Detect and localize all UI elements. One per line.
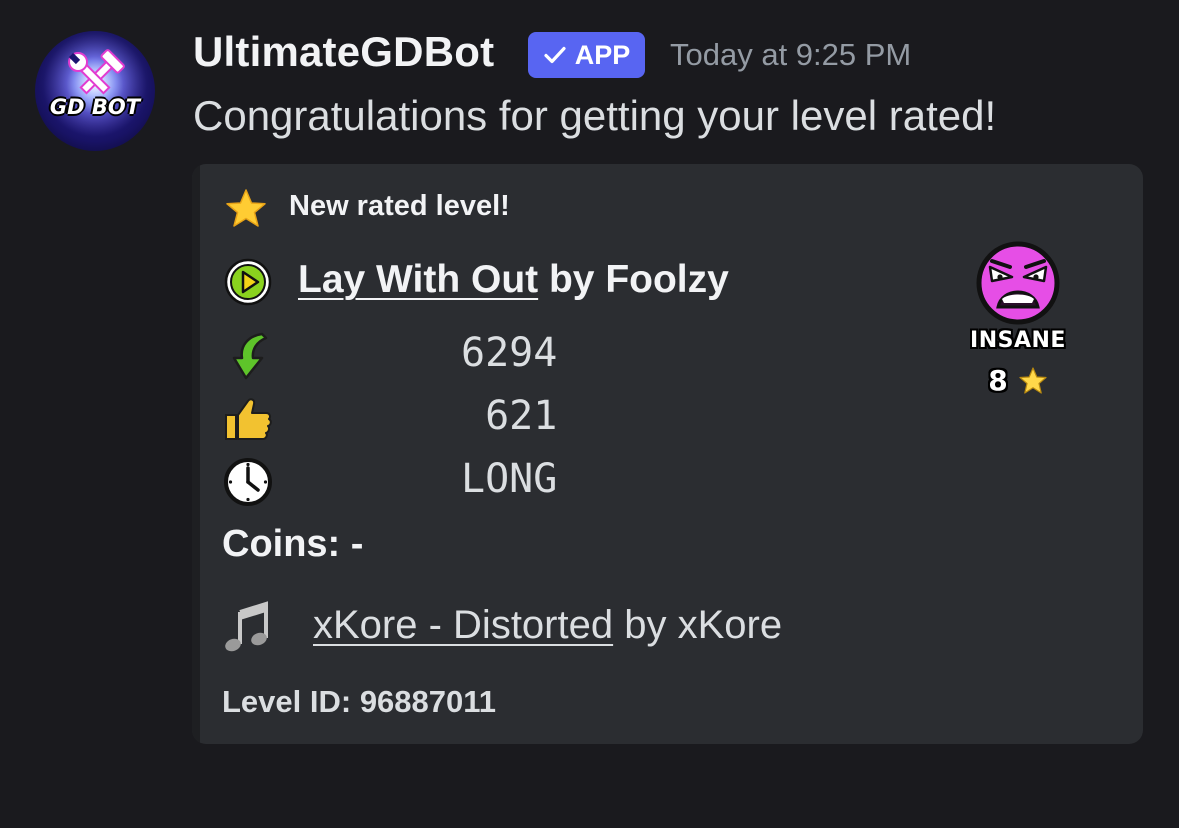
username[interactable]: UltimateGDBot — [193, 28, 494, 76]
app-badge: APP — [528, 32, 645, 78]
likes-value: 621 — [461, 393, 558, 439]
star-icon — [1019, 366, 1047, 394]
song-artist: by xKore — [613, 603, 783, 647]
star-emoji-icon — [226, 189, 266, 227]
music-notes-emoji-icon — [225, 601, 268, 652]
difficulty-name: Insane — [970, 328, 1066, 353]
level-id-footer: Level ID: 96887011 — [222, 684, 497, 719]
thumbs-up-icon — [225, 398, 272, 440]
level-creator: by Foolzy — [538, 258, 729, 301]
hammer-wrench-icon — [35, 31, 155, 151]
embed-accent-bar — [192, 164, 200, 744]
difficulty-star-count: 8 — [988, 364, 1008, 397]
coins-text: Coins: - — [222, 523, 364, 565]
message-content: Congratulations for getting your level r… — [193, 92, 997, 139]
embed-title: Lay With Out by Foolzy — [298, 258, 729, 302]
length-value: LONG — [461, 456, 558, 502]
bot-avatar[interactable]: GD BOT — [35, 31, 155, 151]
insane-face-icon[interactable] — [976, 241, 1060, 325]
level-name-link[interactable]: Lay With Out — [298, 258, 538, 301]
song-info: xKore - Distorted by xKore — [313, 603, 782, 648]
app-badge-label: APP — [574, 39, 631, 70]
play-button-emoji-icon — [224, 258, 272, 306]
download-arrow-icon — [232, 332, 268, 380]
checkmark-icon — [544, 46, 566, 64]
clock-icon — [224, 458, 272, 506]
downloads-value: 6294 — [461, 330, 558, 376]
timestamp[interactable]: Today at 9:25 PM — [670, 37, 911, 73]
avatar-text: GD BOT — [49, 95, 141, 119]
difficulty-stars: 8 — [950, 364, 1086, 397]
song-link[interactable]: xKore - Distorted — [313, 603, 613, 647]
embed-author: New rated level! — [289, 190, 510, 222]
